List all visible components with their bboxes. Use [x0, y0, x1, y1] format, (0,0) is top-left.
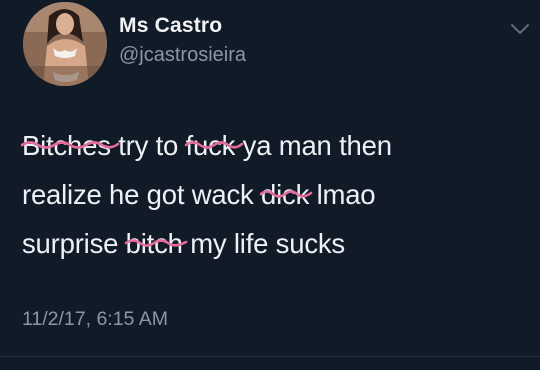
tweet-text: Bitches try to fuck ya man then realize …: [20, 121, 527, 268]
timestamp[interactable]: 11/2/17, 6:15 AM: [22, 308, 168, 331]
censored-word-text: fuck: [185, 130, 236, 161]
avatar[interactable]: [23, 2, 107, 86]
avatar-photo: [23, 2, 107, 86]
tweet-card: Ms Castro @jcastrosieira Bitches try to …: [0, 0, 540, 370]
tweet-text-line-1: Bitches try to fuck ya man then: [20, 121, 527, 170]
censored-word: Bitches: [20, 121, 120, 170]
username-handle[interactable]: @jcastrosieira: [119, 44, 246, 67]
divider: [0, 356, 540, 357]
censored-word: bitch: [124, 219, 187, 268]
censored-word-text: Bitches: [22, 130, 111, 161]
tweet-text-segment: my life sucks: [182, 228, 345, 259]
tweet-text-line-3: surprise bitch my life sucks: [22, 219, 527, 268]
tweet-text-segment: realize he got wack: [22, 179, 262, 210]
tweet-text-segment: try to: [110, 130, 186, 161]
censored-word: dick: [259, 170, 313, 219]
tweet-text-segment: surprise: [22, 228, 126, 259]
censored-word-text: bitch: [125, 228, 183, 259]
tweet-text-line-2: realize he got wack dick lmao: [22, 170, 527, 219]
display-name[interactable]: Ms Castro: [119, 14, 222, 38]
tweet-text-segment: ya man then: [235, 130, 392, 161]
censored-word-text: dick: [261, 179, 310, 210]
tweet-text-segment: lmao: [309, 179, 376, 210]
censored-word: fuck: [184, 121, 243, 170]
chevron-down-icon[interactable]: [510, 22, 530, 36]
